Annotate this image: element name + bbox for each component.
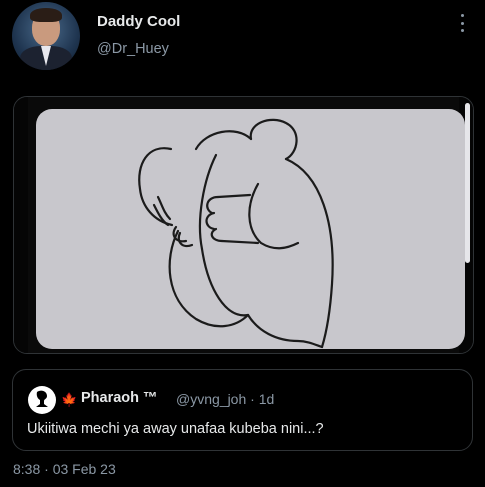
tweet-media-image[interactable] — [13, 96, 474, 354]
media-letterbox-left — [14, 97, 28, 353]
quoted-tweet[interactable]: 🍁 Pharaoh ™ @yvng_joh · 1d Ukiitiwa mech… — [12, 369, 473, 451]
tweet-header: Daddy Cool @Dr_Huey — [0, 0, 485, 80]
media-paper-edge — [465, 103, 470, 263]
tweet-timestamp[interactable]: 8:38 · 03 Feb 23 — [13, 461, 116, 477]
author-display-name[interactable]: Daddy Cool — [97, 13, 180, 30]
avatar-hair — [30, 8, 62, 22]
author-handle[interactable]: @Dr_Huey — [97, 41, 169, 57]
pharaoh-logo-icon — [36, 390, 48, 407]
hug-drawing-illustration — [138, 118, 334, 349]
maple-leaf-icon: 🍁 — [61, 392, 78, 407]
quoted-author-display-name[interactable]: Pharaoh ™ — [81, 390, 158, 406]
quoted-author-meta: @yvng_joh · 1d — [176, 391, 275, 407]
quoted-tweet-text: Ukiitiwa mechi ya away unafaa kubeba nin… — [27, 421, 324, 437]
more-vertical-icon[interactable] — [456, 12, 468, 34]
author-avatar[interactable] — [12, 2, 80, 70]
quoted-author-avatar[interactable] — [28, 386, 56, 414]
media-drawing-paper — [36, 109, 465, 349]
